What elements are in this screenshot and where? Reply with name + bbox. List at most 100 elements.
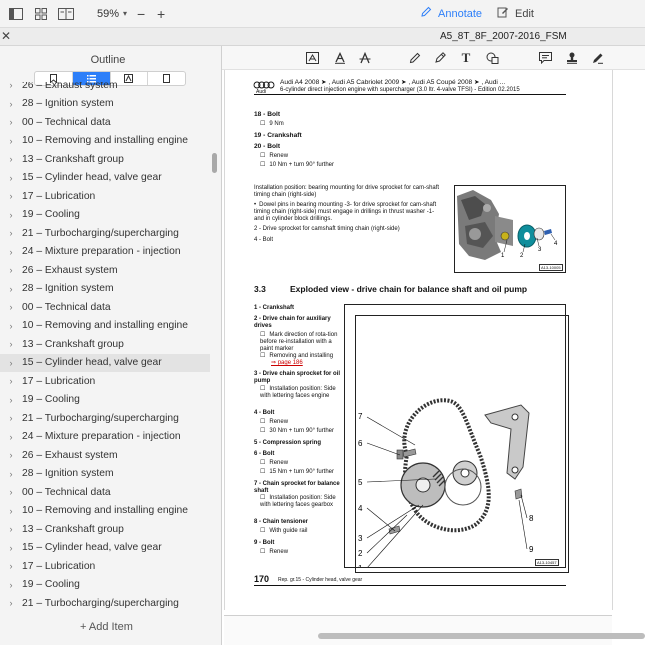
chevron-right-icon[interactable]: › — [0, 302, 22, 312]
zoom-in-button[interactable]: + — [155, 6, 167, 22]
outline-item[interactable]: › 24 – Mixture preparation - injection — [0, 243, 210, 262]
outline-item[interactable]: › 28 – Ignition system — [0, 95, 210, 114]
outline-item[interactable]: › 13 – Crankshaft group — [0, 150, 210, 169]
highlight-text-icon[interactable] — [332, 50, 348, 66]
outline-item[interactable]: › 19 – Cooling — [0, 576, 210, 595]
chevron-right-icon[interactable]: › — [0, 543, 22, 553]
main-toolbar: 59% ▾ − + Annotate Edit — [0, 0, 645, 28]
grid-icon[interactable] — [32, 5, 50, 23]
edit-button[interactable]: Edit — [497, 6, 534, 21]
outline-item[interactable]: › 13 – Crankshaft group — [0, 335, 210, 354]
add-item-button[interactable]: + Add Item — [80, 621, 133, 633]
chevron-right-icon[interactable]: › — [0, 191, 22, 201]
chevron-right-icon[interactable]: › — [0, 487, 22, 497]
fig1-callout: 4 — [554, 241, 558, 247]
outline-item-label: 15 – Cylinder head, valve gear — [22, 172, 162, 184]
annotate-button[interactable]: Annotate — [420, 6, 482, 21]
chevron-right-icon[interactable]: › — [0, 136, 22, 146]
outline-item[interactable]: › 21 – Turbocharging/supercharging — [0, 224, 210, 243]
outline-item[interactable]: › 24 – Mixture preparation - injection — [0, 428, 210, 447]
outline-item[interactable]: › 28 – Ignition system — [0, 465, 210, 484]
chevron-right-icon[interactable]: › — [0, 247, 22, 257]
page-link[interactable]: ⇒ page 186 — [271, 360, 303, 367]
text-selection-icon[interactable] — [304, 50, 320, 66]
strikethrough-icon[interactable] — [357, 50, 373, 66]
part-note: Installation position: Side with letteri… — [260, 495, 342, 509]
page-left-edge — [224, 70, 225, 610]
outline-item[interactable]: › 00 – Technical data — [0, 298, 210, 317]
fig2-callout: 9 — [529, 545, 534, 554]
outline-item[interactable]: › 19 – Cooling — [0, 391, 210, 410]
sidebar-toggle-icon[interactable] — [7, 5, 25, 23]
chevron-right-icon[interactable]: › — [0, 358, 22, 368]
outline-item-label: 21 – Turbocharging/supercharging — [22, 227, 179, 239]
chevron-right-icon[interactable]: › — [0, 228, 22, 238]
outline-item[interactable]: › 15 – Cylinder head, valve gear — [0, 353, 210, 372]
next-page-edge — [224, 615, 612, 645]
outline-item[interactable]: › 26 – Exhaust system — [0, 261, 210, 280]
outline-item[interactable]: › 19 – Cooling — [0, 206, 210, 225]
outline-item-label: 10 – Removing and installing engine — [22, 135, 189, 147]
fig2-callout: 7 — [358, 412, 363, 421]
chevron-right-icon[interactable]: › — [0, 265, 22, 275]
outline-item[interactable]: › 17 – Lubrication — [0, 372, 210, 391]
outline-item[interactable]: › 28 – Ignition system — [0, 280, 210, 299]
outline-item[interactable]: › 00 – Technical data — [0, 113, 210, 132]
zoom-out-button[interactable]: − — [135, 6, 147, 22]
text-box-icon[interactable]: T — [458, 50, 474, 66]
chevron-right-icon[interactable]: › — [0, 469, 22, 479]
chevron-right-icon[interactable]: › — [0, 450, 22, 460]
chevron-right-icon[interactable]: › — [0, 395, 22, 405]
outline-item[interactable]: › 26 – Exhaust system — [0, 82, 210, 95]
outline-item[interactable]: › 10 – Removing and installing engine — [0, 502, 210, 521]
chevron-right-icon[interactable]: › — [0, 524, 22, 534]
chevron-down-icon: ▾ — [123, 9, 128, 18]
chevron-right-icon[interactable]: › — [0, 321, 22, 331]
chevron-right-icon[interactable]: › — [0, 117, 22, 127]
signature-icon[interactable] — [590, 50, 606, 66]
audi-rings-logo — [253, 81, 275, 89]
chevron-right-icon[interactable]: › — [0, 173, 22, 183]
outline-item[interactable]: › 21 – Turbocharging/supercharging — [0, 409, 210, 428]
edit-label: Edit — [515, 7, 534, 20]
chevron-right-icon[interactable]: › — [0, 432, 22, 442]
outline-item[interactable]: › 17 – Lubrication — [0, 557, 210, 576]
outline-item[interactable]: › 21 – Turbocharging/supercharging — [0, 594, 210, 613]
two-page-icon[interactable] — [57, 5, 75, 23]
chevron-right-icon[interactable]: › — [0, 376, 22, 386]
zoom-control[interactable]: 59% ▾ — [97, 8, 127, 20]
chevron-right-icon[interactable]: › — [0, 561, 22, 571]
install-item: 2 - Drive sprocket for camshaft timing c… — [254, 226, 400, 232]
stamp-icon[interactable] — [564, 50, 580, 66]
pencil-icon[interactable] — [407, 50, 423, 66]
part-note: Renew — [260, 460, 288, 467]
outline-item[interactable]: › 13 – Crankshaft group — [0, 520, 210, 539]
chevron-right-icon[interactable]: › — [0, 506, 22, 516]
outline-item[interactable]: › 10 – Removing and installing engine — [0, 132, 210, 151]
outline-item[interactable]: › 26 – Exhaust system — [0, 446, 210, 465]
horizontal-scrollbar[interactable] — [318, 633, 645, 639]
pen-tool-icon[interactable] — [432, 50, 448, 66]
chevron-right-icon[interactable]: › — [0, 598, 22, 608]
part-note: Renew — [260, 419, 288, 426]
outline-item[interactable]: › 15 – Cylinder head, valve gear — [0, 539, 210, 558]
outline-item[interactable]: › 00 – Technical data — [0, 483, 210, 502]
outline-list: › 26 – Exhaust system › 28 – Ignition syste… — [0, 82, 210, 618]
chevron-right-icon[interactable]: › — [0, 82, 22, 90]
chevron-right-icon[interactable]: › — [0, 339, 22, 349]
outline-item[interactable]: › 10 – Removing and installing engine — [0, 317, 210, 336]
outline-item-label: 19 – Cooling — [22, 394, 80, 406]
chevron-right-icon[interactable]: › — [0, 154, 22, 164]
comment-icon[interactable] — [537, 50, 553, 66]
chevron-right-icon[interactable]: › — [0, 99, 22, 109]
close-icon[interactable]: ✕ — [1, 29, 11, 43]
annotation-toolbar: T — [222, 46, 645, 70]
shapes-icon[interactable] — [484, 50, 500, 66]
chevron-right-icon[interactable]: › — [0, 284, 22, 294]
outline-item[interactable]: › 17 – Lubrication — [0, 187, 210, 206]
chevron-right-icon[interactable]: › — [0, 413, 22, 423]
chevron-right-icon[interactable]: › — [0, 210, 22, 220]
sidebar-scrollbar[interactable] — [212, 153, 217, 173]
chevron-right-icon[interactable]: › — [0, 580, 22, 590]
outline-item[interactable]: › 15 – Cylinder head, valve gear — [0, 169, 210, 188]
